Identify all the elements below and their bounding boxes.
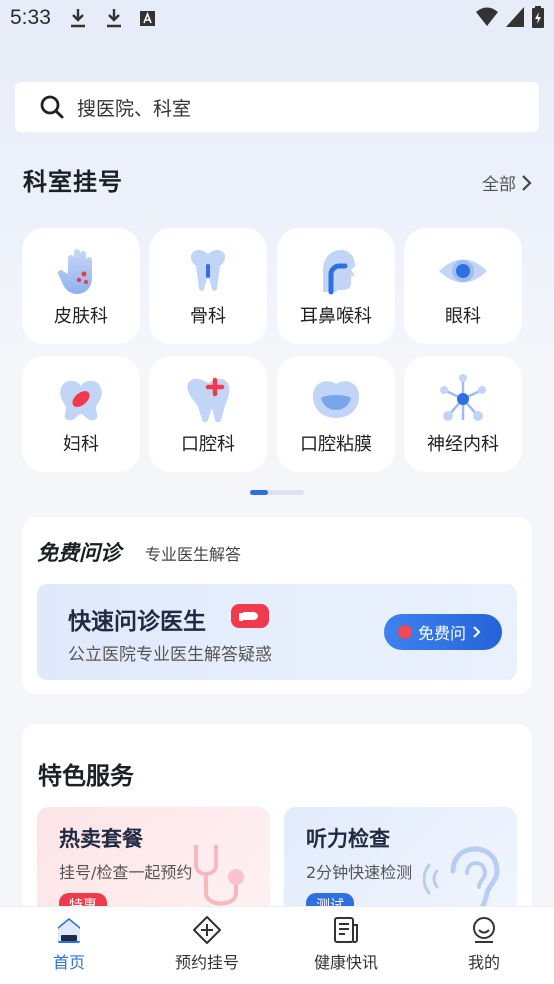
neuron-icon [440,374,486,421]
dept-tile-oral-mucosa[interactable]: 口腔粘膜 [277,356,395,472]
dept-label: 骨科 [190,306,226,327]
download-icon [71,9,85,28]
service-name: 热卖套餐 [59,827,143,851]
view-all-link[interactable]: 全部 [482,170,532,195]
newspaper-icon [334,917,358,943]
banner-subtitle: 公立医院专业医生解答疑惑 [68,645,272,665]
free-consult-title: 免费问诊 [37,541,121,565]
status-bar: 5:33 [0,0,554,38]
dept-tile-stomatology[interactable]: 口腔科 [149,356,267,472]
dept-tile-orthopedics[interactable]: 骨科 [149,228,267,344]
status-time: 5:33 [10,6,51,29]
page-indicator-active [250,490,268,495]
dept-tile-ophthalmology[interactable]: 眼科 [404,228,522,344]
bottom-nav: 首页 预约挂号 健康快讯 我的 [0,906,554,984]
dept-label: 口腔科 [181,434,235,455]
nav-label: 首页 [52,953,85,972]
mouth-icon [313,381,359,418]
nav-label: 预约挂号 [174,953,239,972]
dept-tile-ent[interactable]: 耳鼻喉科 [277,228,395,344]
quick-consult-banner[interactable]: 快速问诊医生 公立医院专业医生解答疑惑 免费问 [37,584,517,680]
view-all-label: 全部 [482,175,516,195]
eye-icon [439,259,487,283]
nav-label: 我的 [467,953,500,972]
nav-label: 健康快讯 [313,953,378,972]
ent-head-icon [323,250,355,295]
nav-item-profile[interactable]: 我的 [429,915,539,973]
gynecology-icon [60,380,102,421]
service-desc: 2分钟快速检测 [306,863,413,882]
skin-hand-icon [57,249,92,294]
free-consult-card: 免费问诊 专业医生解答 快速问诊医生 公立医院专业医生解答疑惑 免费问 [22,517,532,694]
battery-icon [532,6,544,28]
dept-label: 眼科 [445,306,481,327]
wifi-icon [476,7,498,26]
service-desc: 挂号/检查一起预约 [59,863,193,882]
page-indicator [250,490,304,495]
tooth-plus-icon [187,377,230,423]
banner-title: 快速问诊医生 [68,609,206,635]
dept-tile-dermatology[interactable]: 皮肤科 [22,228,140,344]
search-bar[interactable]: 搜医院、科室 [15,82,539,132]
nav-item-health-news[interactable]: 健康快讯 [291,915,401,973]
dept-label: 耳鼻喉科 [300,306,372,327]
free-consult-button-label: 免费问 [418,624,467,643]
dept-label: 皮肤科 [54,306,108,327]
nav-item-appointment[interactable]: 预约挂号 [152,915,262,973]
hand-badge-icon [231,604,269,628]
medical-cross-icon [398,625,412,639]
download-icon [107,9,121,28]
dept-label: 妇科 [63,434,99,455]
home-icon [58,918,80,943]
dept-label: 口腔粘膜 [300,434,372,455]
dept-tile-gynecology[interactable]: 妇科 [22,356,140,472]
nav-item-home[interactable]: 首页 [14,915,124,973]
smiley-user-icon [473,917,495,943]
font-a-icon [140,11,155,26]
section-title-services: 特色服务 [38,762,134,790]
search-input[interactable]: 搜医院、科室 [77,94,191,121]
free-consult-subtitle: 专业医生解答 [145,545,242,564]
medical-cross-diamond-icon [193,916,221,944]
section-title-departments: 科室挂号 [23,168,123,196]
service-name: 听力检查 [306,827,390,851]
chevron-right-icon [473,626,481,638]
status-right [476,6,544,28]
free-consult-button[interactable]: 免费问 [384,614,502,650]
dept-label: 神经内科 [427,434,499,455]
chevron-right-icon [522,174,532,191]
search-icon [40,95,64,119]
bone-icon [190,249,226,291]
dept-tile-neurology[interactable]: 神经内科 [404,356,522,472]
signal-icon [506,7,524,27]
